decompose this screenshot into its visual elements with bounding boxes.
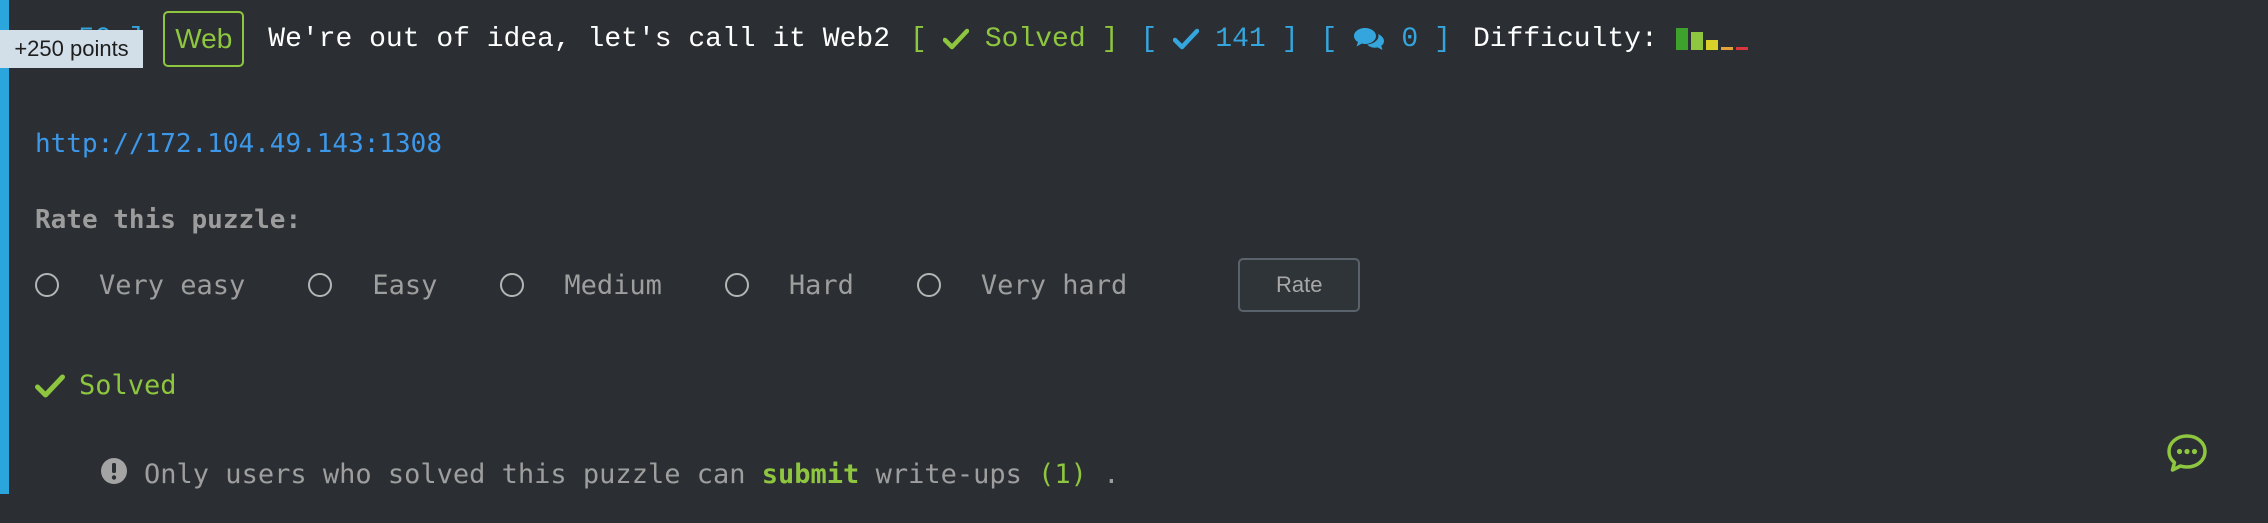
left-accent-bar <box>0 0 9 494</box>
difficulty-label: Difficulty: <box>1472 23 1658 55</box>
rating-option-label: Medium <box>564 269 662 301</box>
bracket-open: [ <box>910 23 927 55</box>
rating-option-hard[interactable]: Hard <box>724 269 854 301</box>
points-tooltip: +250 points <box>0 30 143 68</box>
rating-option-label: Very hard <box>980 269 1128 301</box>
solved-indicator: [ Solved ] <box>910 24 1118 55</box>
radio-button[interactable] <box>35 273 59 297</box>
bracket-open: [ <box>1320 23 1338 55</box>
rating-option-label: Hard <box>788 269 854 301</box>
solves-count-indicator[interactable]: [ 141 ] <box>1140 24 1298 55</box>
rating-option-label: Easy <box>372 269 438 301</box>
writeup-notice: Only users who solved this puzzle can su… <box>35 426 1119 523</box>
rating-option-easy[interactable]: Easy <box>308 270 437 301</box>
puzzle-header: 50 ] Web We're out of idea, let's call i… <box>78 10 1748 68</box>
comments-count: 0 <box>1401 23 1419 55</box>
comments-icon <box>1353 26 1385 52</box>
writeup-text-suffix: write-ups <box>875 459 1022 490</box>
writeup-count[interactable]: (1) <box>1038 459 1087 490</box>
comments-count-indicator[interactable]: [ 0 ] <box>1321 24 1451 55</box>
radio-button[interactable] <box>308 273 333 297</box>
chat-bubble-icon[interactable] <box>2166 433 2208 473</box>
solved-status-label: Solved <box>79 370 177 401</box>
rating-option-label: Very easy <box>99 269 246 301</box>
writeup-text-prefix: Only users who solved this puzzle can <box>144 459 746 490</box>
rating-option-medium[interactable]: Medium <box>500 270 662 301</box>
bracket-close: ] <box>1101 23 1119 55</box>
rating-options: Very easy Easy Medium Hard Very hard Rat… <box>35 258 1361 312</box>
bracket-close: ] <box>1434 23 1451 55</box>
category-tag[interactable]: Web <box>163 11 245 67</box>
solved-label: Solved <box>984 23 1086 55</box>
rate-puzzle-heading: Rate this puzzle: <box>35 205 302 235</box>
solves-count: 141 <box>1215 23 1266 55</box>
difficulty-meter <box>1675 28 1748 50</box>
check-icon <box>942 28 969 50</box>
solved-status: Solved <box>35 370 177 401</box>
exclamation-circle-icon <box>35 426 128 523</box>
bracket-close: ] <box>1281 23 1299 55</box>
check-icon <box>35 373 65 399</box>
puzzle-title[interactable]: We're out of idea, let's call it Web2 <box>268 24 890 55</box>
rate-button[interactable]: Rate <box>1238 258 1361 312</box>
difficulty-bar <box>1675 28 1688 50</box>
submit-writeup-link[interactable]: submit <box>762 459 860 490</box>
difficulty-bar <box>1720 47 1733 50</box>
writeup-text-end: . <box>1103 459 1120 490</box>
check-icon <box>1173 28 1200 50</box>
difficulty-bar <box>1735 47 1748 50</box>
radio-button[interactable] <box>500 273 525 297</box>
radio-button[interactable] <box>724 273 749 297</box>
radio-button[interactable] <box>916 273 941 297</box>
challenge-url-link[interactable]: http://172.104.49.143:1308 <box>35 129 442 159</box>
rating-option-very-easy[interactable]: Very easy <box>35 270 245 301</box>
bracket-open: [ <box>1140 23 1158 55</box>
difficulty-bar <box>1690 32 1703 50</box>
rating-option-very-hard[interactable]: Very hard <box>916 269 1128 301</box>
difficulty-bar <box>1705 40 1718 50</box>
